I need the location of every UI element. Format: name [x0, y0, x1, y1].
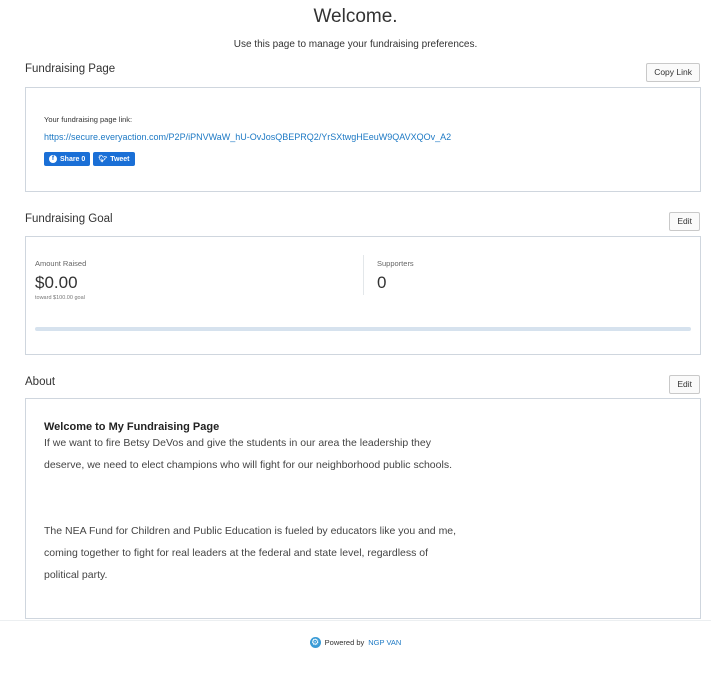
- fundraising-page-link[interactable]: https://secure.everyaction.com/P2P/iPNVW…: [44, 132, 451, 142]
- page-title: Welcome.: [313, 6, 398, 27]
- edit-goal-button[interactable]: Edit: [669, 212, 700, 231]
- about-box: Welcome to My Fundraising Page If we wan…: [25, 398, 701, 619]
- fundraising-page-box: Your fundraising page link: https://secu…: [25, 87, 701, 192]
- fundraising-goal-box: Amount Raised $0.00 toward $100.00 goal …: [25, 236, 701, 355]
- facebook-icon: f: [49, 155, 57, 163]
- supporters-value: 0: [377, 273, 387, 292]
- share-count-label: Share 0: [60, 155, 86, 163]
- tweet-button[interactable]: 🐦︎ Tweet: [93, 152, 135, 166]
- fundraising-page-label: Fundraising Page: [25, 63, 116, 75]
- footer-divider: [0, 620, 711, 621]
- about-paragraph-2: The NEA Fund for Children and Public Edu…: [44, 525, 457, 581]
- supporters-label: Supporters: [377, 259, 414, 268]
- share-buttons: f Share 0 🐦︎ Tweet: [44, 152, 135, 166]
- fundraising-goal-label: Fundraising Goal: [25, 213, 113, 225]
- copy-link-button[interactable]: Copy Link: [646, 63, 700, 82]
- stat-divider: [363, 255, 364, 295]
- link-label: Your fundraising page link:: [44, 115, 133, 124]
- twitter-icon: 🐦︎: [98, 156, 108, 163]
- powered-by-text: Powered by: [324, 638, 365, 647]
- edit-about-button[interactable]: Edit: [669, 375, 700, 394]
- footer: ⚙ Powered by NGP VAN: [0, 637, 711, 648]
- amount-raised-value: $0.00: [35, 273, 78, 292]
- about-paragraph-1: If we want to fire Betsy DeVos and give …: [44, 437, 452, 471]
- tweet-label: Tweet: [110, 155, 130, 163]
- goal-progress-bar: [35, 327, 691, 331]
- goal-text: toward $100.00 goal: [35, 295, 85, 301]
- about-label: About: [25, 376, 56, 388]
- ngpvan-link[interactable]: NGP VAN: [368, 638, 401, 647]
- facebook-share-button[interactable]: f Share 0: [44, 152, 91, 166]
- page-subtitle: Use this page to manage your fundraising…: [233, 39, 478, 50]
- ngpvan-gear-icon: ⚙: [309, 637, 321, 648]
- amount-raised-label: Amount Raised: [35, 259, 87, 268]
